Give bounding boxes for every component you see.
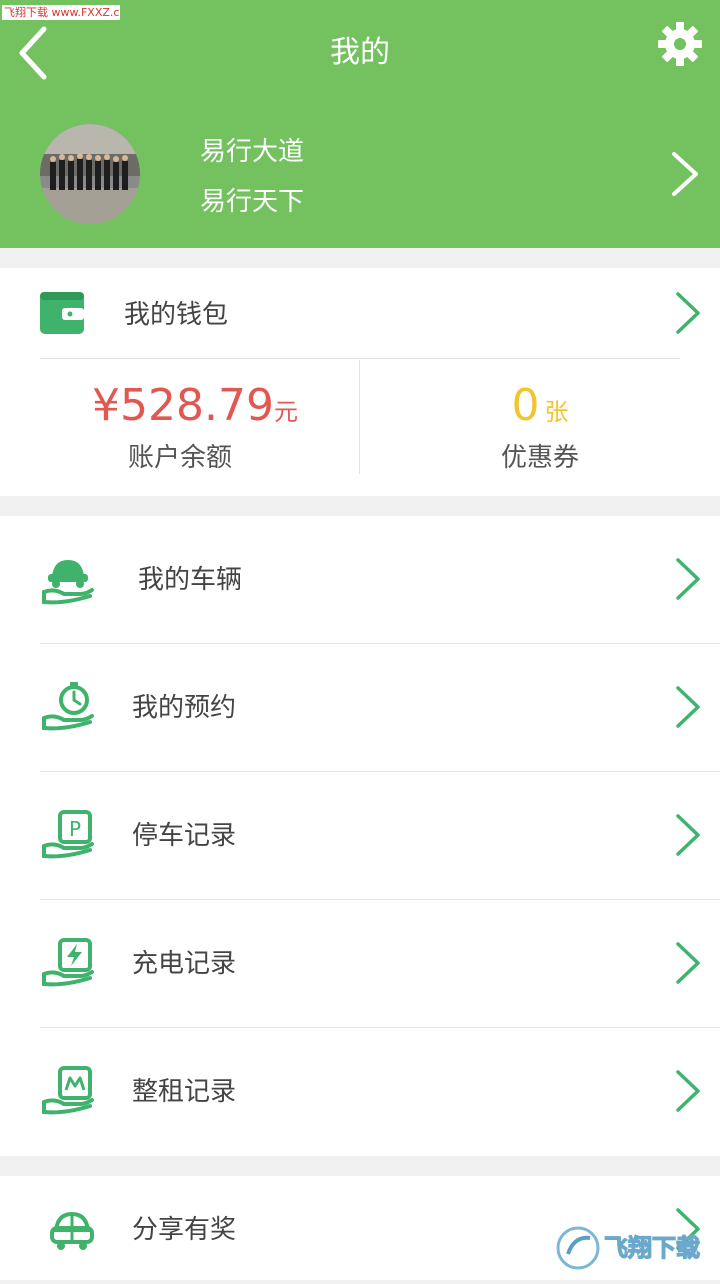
wallet-row[interactable]: 我的钱包 — [0, 268, 720, 358]
menu-item-label: 整租记录 — [132, 1077, 237, 1107]
profile-detail-button[interactable] — [668, 150, 702, 198]
wallet-card: 我的钱包 ¥528.79元 账户余额 0 张 优惠券 — [0, 268, 720, 496]
divider — [40, 358, 680, 359]
gift-car-icon — [50, 1211, 94, 1250]
watermark-logo-text: 飞翔下载 — [604, 1234, 700, 1262]
menu-item-parking-records[interactable]: P 停车记录 — [0, 772, 720, 900]
menu-item-charging-records[interactable]: 充电记录 — [0, 900, 720, 1028]
chevron-right-icon — [676, 686, 700, 728]
chevron-right-icon — [676, 558, 700, 600]
svg-text:P: P — [69, 817, 81, 841]
watermark-logo: 飞翔下载 — [554, 1220, 720, 1280]
coupon-label: 优惠券 — [500, 443, 579, 473]
wallet-icon — [40, 292, 84, 334]
balance-unit: 元 — [273, 398, 298, 426]
clock-hand-icon — [42, 682, 94, 731]
menu-list: 我的车辆 我的预约 P 停车记录 充电记录 整租记录 — [0, 516, 720, 1156]
avatar[interactable] — [40, 124, 140, 224]
parking-hand-icon: P — [42, 810, 94, 859]
coupon-count: 0 — [511, 380, 540, 431]
header-bar: 飞翔下载 www.FXXZ.com 我的 — [0, 0, 720, 248]
menu-item-rental-records[interactable]: 整租记录 — [0, 1028, 720, 1156]
chevron-right-icon — [676, 292, 700, 334]
avatar-photo — [40, 124, 140, 224]
menu-item-label: 我的车辆 — [138, 565, 243, 595]
menu-item-label: 分享有奖 — [132, 1215, 237, 1245]
menu-item-reservations[interactable]: 我的预约 — [0, 644, 720, 772]
page-title: 我的 — [330, 35, 390, 70]
wallet-label: 我的钱包 — [124, 300, 229, 330]
car-hand-icon — [42, 560, 94, 605]
menu-item-label: 停车记录 — [132, 821, 237, 851]
balance-label: 账户余额 — [127, 443, 232, 473]
rental-hand-icon — [42, 1066, 94, 1115]
menu-item-vehicles[interactable]: 我的车辆 — [0, 516, 720, 644]
charging-hand-icon — [42, 938, 94, 987]
menu-item-label: 我的预约 — [132, 693, 237, 723]
profile-name-line1: 易行大道 — [200, 137, 305, 167]
chevron-right-icon — [676, 1070, 700, 1112]
profile-name-line2: 易行天下 — [200, 187, 305, 217]
chevron-right-icon — [676, 942, 700, 984]
coupon-unit: 张 — [544, 398, 569, 426]
chevron-right-icon — [672, 152, 698, 196]
watermark-logo-icon: 飞翔下载 — [556, 1226, 701, 1270]
balance-amount: ¥528.79 — [92, 380, 274, 431]
balance-value: ¥528.79元 — [0, 376, 390, 436]
watermark-top: 飞翔下载 www.FXXZ.com — [2, 5, 120, 20]
chevron-right-icon — [676, 814, 700, 856]
settings-button[interactable] — [656, 20, 704, 68]
menu-item-label: 充电记录 — [132, 949, 237, 979]
coupon-value: 0 张 — [360, 376, 720, 436]
gear-icon — [658, 22, 702, 66]
